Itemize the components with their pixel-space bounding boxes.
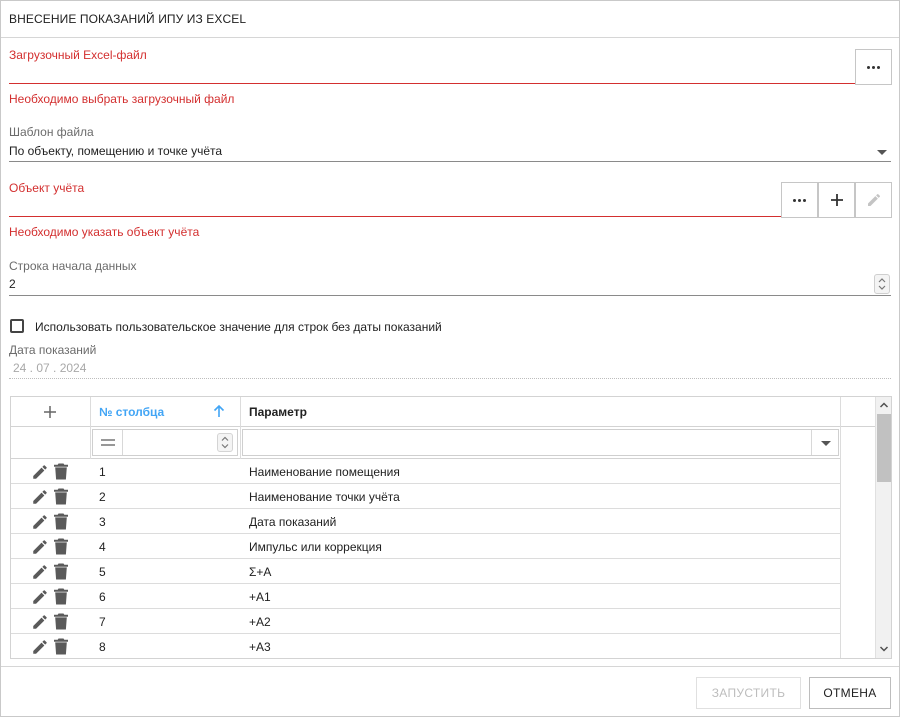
add-row-icon[interactable] [43,405,57,419]
row-parameter: Импульс или коррекция [249,540,382,554]
columns-grid: № столбца Параметр 1 Наименование помеще… [10,396,892,659]
table-row[interactable]: 1 Наименование помещения [11,459,841,484]
row-parameter: Наименование точки учёта [249,490,400,504]
table-row[interactable]: 5 Σ+A [11,559,841,584]
row-number: 8 [99,640,106,654]
pencil-icon[interactable] [31,513,49,531]
trash-icon[interactable] [54,513,68,530]
trash-icon[interactable] [54,638,68,655]
trash-icon[interactable] [54,588,68,605]
start-row-spinner[interactable] [874,274,890,294]
trash-icon[interactable] [54,538,68,555]
file-field-label: Загрузочный Excel-файл [9,48,147,62]
row-parameter: Σ+A [249,565,272,579]
trash-icon[interactable] [54,488,68,505]
scrollbar-thumb[interactable] [877,414,891,482]
column-header-parameter[interactable]: Параметр [249,405,307,419]
pencil-icon [867,193,880,206]
table-row[interactable]: 6 +A1 [11,584,841,609]
chevron-down-icon [821,441,831,446]
pencil-icon[interactable] [31,638,49,656]
row-parameter: Дата показаний [249,515,337,529]
file-field-error: Необходимо выбрать загрузочный файл [9,92,235,106]
chevron-down-icon [877,150,887,155]
run-button[interactable]: ЗАПУСТИТЬ [696,677,801,709]
account-object-underline [9,216,781,217]
pencil-icon[interactable] [31,488,49,506]
select-account-object-button[interactable] [781,182,818,218]
grid-header: № столбца Параметр [11,397,875,427]
scroll-down-icon[interactable] [879,644,889,654]
pencil-icon[interactable] [31,538,49,556]
reading-date-underline [9,378,891,379]
template-select-value: По объекту, помещению и точке учёта [9,144,223,158]
reading-date-label: Дата показаний [9,343,97,357]
start-row-underline [9,295,891,296]
row-number: 7 [99,615,106,629]
table-row[interactable]: 8 +A3 [11,634,841,658]
pencil-icon[interactable] [31,613,49,631]
cancel-button[interactable]: ОТМЕНА [809,677,891,709]
pencil-icon[interactable] [31,563,49,581]
spinner-arrows-icon [221,436,229,449]
row-parameter: +A2 [249,615,271,629]
row-parameter: Наименование помещения [249,465,400,479]
parameter-filter-select[interactable] [242,429,839,456]
dialog-header: ВНЕСЕНИЕ ПОКАЗАНИЙ ИПУ ИЗ EXCEL [1,1,899,38]
edit-account-object-button[interactable] [855,182,892,218]
add-account-object-button[interactable] [818,182,855,218]
browse-file-button[interactable] [855,49,892,85]
grid-vertical-scrollbar[interactable] [875,397,891,658]
number-filter-input[interactable] [92,429,238,456]
pencil-icon[interactable] [31,588,49,606]
footer-divider [1,666,899,667]
start-row-label: Строка начала данных [9,259,137,273]
account-object-input[interactable] [9,197,781,217]
custom-value-checkbox-label[interactable]: Использовать пользовательское значение д… [35,320,442,334]
grid-filter-row [11,427,841,459]
row-number: 2 [99,490,106,504]
trash-icon[interactable] [54,463,68,480]
template-field-label: Шаблон файла [9,125,94,139]
start-row-value: 2 [9,277,16,291]
account-object-label: Объект учёта [9,181,85,195]
filter-operator-button[interactable] [93,430,123,455]
spinner-arrows-icon [878,278,886,290]
table-row[interactable]: 4 Импульс или коррекция [11,534,841,559]
number-filter-spinner[interactable] [217,433,233,452]
file-input-underline [9,83,855,84]
dialog-title: ВНЕСЕНИЕ ПОКАЗАНИЙ ИПУ ИЗ EXCEL [9,12,247,26]
grid-col-divider [240,397,241,459]
trash-icon[interactable] [54,613,68,630]
import-readings-dialog: ВНЕСЕНИЕ ПОКАЗАНИЙ ИПУ ИЗ EXCEL Загрузоч… [0,0,900,717]
equals-icon [101,439,115,446]
table-row[interactable]: 7 +A2 [11,609,841,634]
scroll-up-icon[interactable] [879,400,889,410]
plus-icon [830,194,843,206]
table-row[interactable]: 2 Наименование точки учёта [11,484,841,509]
ellipsis-icon [793,198,806,202]
table-row[interactable]: 3 Дата показаний [11,509,841,534]
row-number: 5 [99,565,106,579]
row-number: 1 [99,465,106,479]
account-object-error: Необходимо указать объект учёта [9,225,200,239]
template-select[interactable]: По объекту, помещению и точке учёта [9,141,891,161]
row-parameter: +A1 [249,590,271,604]
row-parameter: +A3 [249,640,271,654]
file-input[interactable] [9,63,855,83]
start-row-input[interactable]: 2 [9,274,871,294]
row-number: 3 [99,515,106,529]
row-number: 4 [99,540,106,554]
sort-ascending-icon[interactable] [213,404,225,418]
grid-col-divider [90,397,91,459]
select-divider [811,430,812,455]
trash-icon[interactable] [54,563,68,580]
custom-value-checkbox[interactable] [10,319,24,333]
ellipsis-icon [867,65,880,69]
pencil-icon[interactable] [31,463,49,481]
row-number: 6 [99,590,106,604]
column-header-number[interactable]: № столбца [99,405,164,419]
reading-date-value: 24 . 07 . 2024 [13,361,87,375]
template-select-underline [9,161,891,162]
